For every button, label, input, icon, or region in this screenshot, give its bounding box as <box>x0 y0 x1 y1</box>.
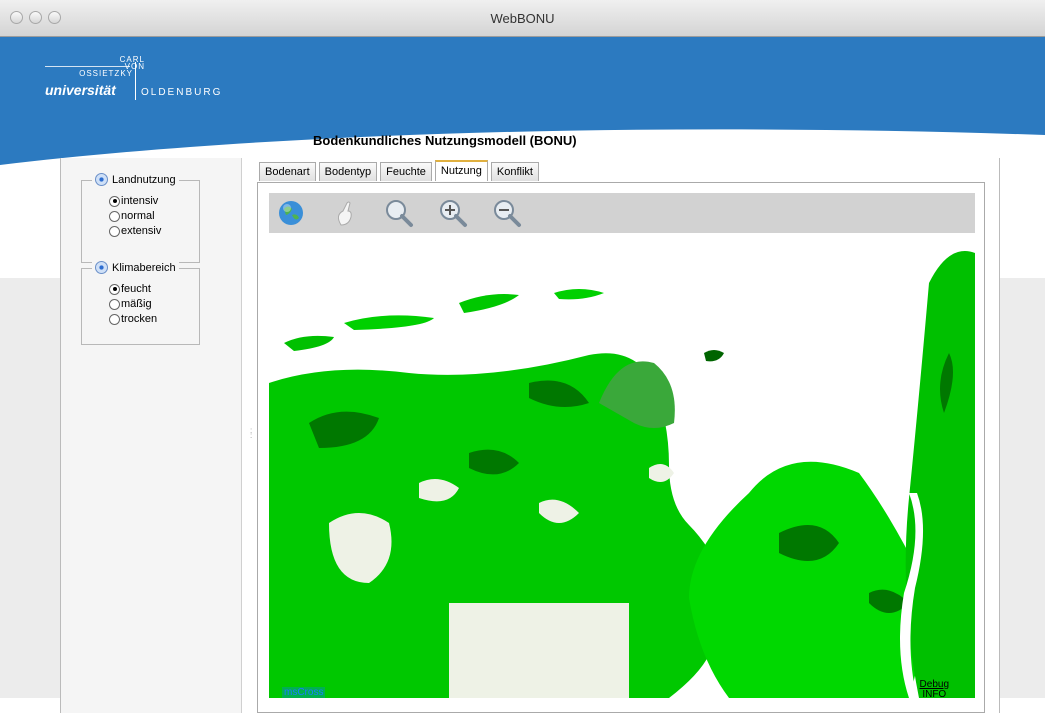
landnutzung-label: Landnutzung <box>112 173 176 186</box>
window-title: WebBONU <box>490 11 555 26</box>
logo-oldenburg: OLDENBURG <box>141 87 223 98</box>
zoom-out-icon[interactable] <box>491 197 523 229</box>
tab-nutzung[interactable]: Nutzung <box>434 160 488 181</box>
map-island <box>704 350 724 362</box>
map-island <box>344 315 434 330</box>
radio-trocken[interactable] <box>109 313 120 325</box>
app-content: Landnutzung intensiv normal extensiv Kli… <box>60 158 1000 713</box>
map-island <box>554 289 604 300</box>
option-extensiv[interactable]: extensiv <box>109 225 161 237</box>
option-intensiv-label: intensiv <box>121 195 159 207</box>
tab-konflikt[interactable]: Konflikt <box>490 162 539 181</box>
map-view[interactable]: msCross Debug INFO <box>269 233 975 698</box>
tab-bar: Bodenart Bodentyp Feuchte Nutzung Konfli… <box>259 160 542 182</box>
window-titlebar: WebBONU <box>0 0 1045 37</box>
landnutzung-legend[interactable]: Landnutzung <box>92 173 179 186</box>
logo-ossietzky: OSSIETZKY <box>79 69 133 78</box>
option-intensiv[interactable]: intensiv <box>109 195 158 207</box>
debug-info-link[interactable]: Debug INFO <box>920 680 949 699</box>
splitter-handle[interactable]: :: <box>250 427 253 440</box>
option-maessig-label: mäßig <box>121 298 152 310</box>
tab-bodenart[interactable]: Bodenart <box>259 162 316 181</box>
radio-feucht[interactable] <box>109 283 120 295</box>
option-feucht[interactable]: feucht <box>109 283 151 295</box>
klimabereich-legend[interactable]: Klimabereich <box>92 261 179 274</box>
tab-bodentyp[interactable]: Bodentyp <box>318 162 378 181</box>
option-extensiv-label: extensiv <box>121 225 162 237</box>
radio-maessig[interactable] <box>109 298 120 310</box>
logo-universitaet: universität <box>45 82 116 98</box>
map-island <box>284 335 334 351</box>
option-normal-label: normal <box>121 210 155 222</box>
mscross-label: msCross <box>282 687 326 698</box>
map-mainland <box>689 461 923 698</box>
landnutzung-group: Landnutzung intensiv normal extensiv <box>81 173 200 263</box>
land-use-map <box>269 251 975 698</box>
option-maessig[interactable]: mäßig <box>109 298 152 310</box>
option-trocken-label: trocken <box>121 313 158 325</box>
option-normal[interactable]: normal <box>109 210 155 222</box>
page-title: Bodenkundliches Nutzungsmodell (BONU) <box>313 133 577 148</box>
option-trocken[interactable]: trocken <box>109 313 157 325</box>
radio-normal[interactable] <box>109 210 120 222</box>
map-toolbar <box>269 193 975 233</box>
klimabereich-label: Klimabereich <box>112 261 176 274</box>
info-label[interactable]: INFO <box>920 690 949 699</box>
option-feucht-label: feucht <box>121 283 151 295</box>
tab-feuchte[interactable]: Feuchte <box>380 162 432 181</box>
map-panel: msCross Debug INFO <box>257 182 985 713</box>
globe-icon[interactable] <box>275 197 307 229</box>
klimabereich-group: Klimabereich feucht mäßig trocken <box>81 261 200 345</box>
map-mainland <box>905 251 975 698</box>
radio-intensiv[interactable] <box>109 195 120 207</box>
landnutzung-toggle-icon[interactable] <box>95 173 108 186</box>
klimabereich-toggle-icon[interactable] <box>95 261 108 274</box>
logo-divider <box>135 62 136 100</box>
zoom-in-icon[interactable] <box>437 197 469 229</box>
map-island <box>459 294 519 313</box>
settings-sidebar: Landnutzung intensiv normal extensiv Kli… <box>61 158 242 713</box>
radio-extensiv[interactable] <box>109 225 120 237</box>
zoom-box-icon[interactable] <box>383 197 415 229</box>
pan-hand-icon[interactable] <box>329 197 361 229</box>
map-pale-patch <box>449 603 629 698</box>
header-banner <box>0 37 1045 165</box>
